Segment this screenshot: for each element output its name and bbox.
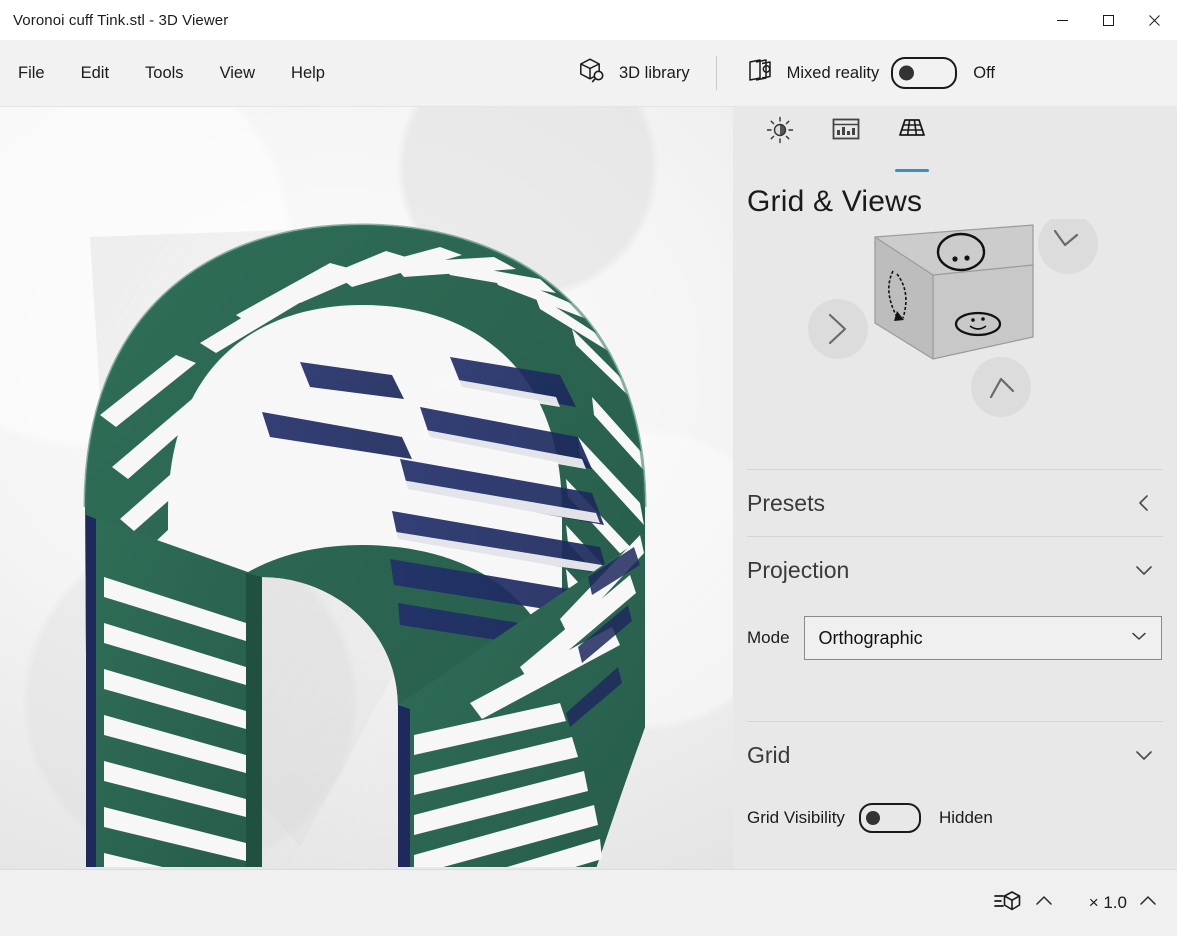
section-projection[interactable]: Projection <box>733 537 1177 603</box>
rotate-right-button <box>971 357 1031 417</box>
command-separator <box>716 56 717 90</box>
section-spacer <box>733 669 1177 721</box>
tab-underline <box>763 169 797 172</box>
window-controls <box>1039 0 1177 40</box>
toggle-knob <box>866 811 880 825</box>
menu-bar: File Edit Tools View Help 3D library <box>0 40 1177 107</box>
title-bar: Voronoi cuff Tink.stl - 3D Viewer <box>0 0 1177 40</box>
chevron-down-icon <box>1129 626 1149 651</box>
mixed-reality-icon <box>743 57 775 90</box>
section-presets-label: Presets <box>747 490 825 517</box>
zoom-control[interactable]: × 1.0 <box>1081 880 1167 926</box>
3d-library-label: 3D library <box>619 64 690 83</box>
projection-mode-row: Mode Orthographic <box>733 607 1177 669</box>
close-button[interactable] <box>1131 0 1177 40</box>
tab-underline <box>895 169 929 172</box>
projection-mode-value: Orthographic <box>819 628 923 649</box>
tab-grid-views[interactable] <box>879 107 945 177</box>
app-window: Voronoi cuff Tink.stl - 3D Viewer File E… <box>0 0 1177 936</box>
chevron-left-icon[interactable] <box>1133 492 1155 514</box>
cube-search-icon <box>577 56 607 91</box>
minimize-button[interactable] <box>1039 0 1085 40</box>
grid-visibility-row: Grid Visibility Hidden <box>733 788 1177 848</box>
chevron-up-icon[interactable] <box>1137 890 1159 917</box>
animation-control[interactable] <box>985 880 1063 926</box>
menu-items: File Edit Tools View Help <box>0 40 343 106</box>
grid-visibility-state: Hidden <box>939 808 993 828</box>
mixed-reality-state: Off <box>973 64 995 83</box>
mixed-reality-toggle[interactable] <box>891 57 957 89</box>
grid-visibility-label: Grid Visibility <box>747 808 845 828</box>
maximize-button[interactable] <box>1085 0 1131 40</box>
tab-lighting[interactable] <box>747 107 813 177</box>
bar-chart-icon <box>831 115 861 148</box>
main-body: Grid & Views <box>0 107 1177 869</box>
menu-item-edit[interactable]: Edit <box>63 40 127 106</box>
panel-title: Grid & Views <box>733 177 1177 219</box>
animation-cube-icon <box>993 888 1023 919</box>
mixed-reality-button[interactable]: Mixed reality <box>731 50 892 96</box>
command-bar-center: 3D library Mixed reality Off <box>565 40 995 106</box>
view-cube-widget[interactable] <box>733 219 1177 469</box>
3d-library-button[interactable]: 3D library <box>565 50 702 96</box>
menu-item-view[interactable]: View <box>202 40 273 106</box>
menu-item-file[interactable]: File <box>0 40 63 106</box>
menu-item-help[interactable]: Help <box>273 40 343 106</box>
section-projection-label: Projection <box>747 557 849 584</box>
rotate-left-button <box>808 299 868 359</box>
view-cube <box>875 225 1033 359</box>
zoom-level: × 1.0 <box>1089 893 1127 913</box>
properties-panel: Grid & Views <box>733 107 1177 869</box>
tab-statistics[interactable] <box>813 107 879 177</box>
tab-underline <box>829 169 863 172</box>
status-bar: × 1.0 <box>0 869 1177 936</box>
chevron-down-icon[interactable] <box>1133 744 1155 766</box>
toggle-knob <box>899 66 914 81</box>
3d-viewport[interactable] <box>0 107 733 869</box>
sun-lighting-icon <box>765 115 795 150</box>
mixed-reality-label: Mixed reality <box>787 64 880 83</box>
section-presets[interactable]: Presets <box>733 470 1177 536</box>
projection-mode-dropdown[interactable]: Orthographic <box>804 616 1162 660</box>
chevron-down-icon[interactable] <box>1133 559 1155 581</box>
3d-model-voronoi-cuff[interactable] <box>0 107 733 867</box>
window-title: Voronoi cuff Tink.stl - 3D Viewer <box>0 12 228 29</box>
projection-mode-label: Mode <box>747 628 790 648</box>
section-grid-label: Grid <box>747 742 790 769</box>
cuff-left-panel <box>86 515 262 867</box>
grid-visibility-toggle[interactable] <box>859 803 921 833</box>
grid-icon <box>896 115 928 146</box>
menu-item-tools[interactable]: Tools <box>127 40 202 106</box>
chevron-up-icon[interactable] <box>1033 890 1055 917</box>
panel-tab-strip <box>733 107 1177 177</box>
section-grid[interactable]: Grid <box>733 722 1177 788</box>
rotate-up-button <box>1038 219 1098 274</box>
